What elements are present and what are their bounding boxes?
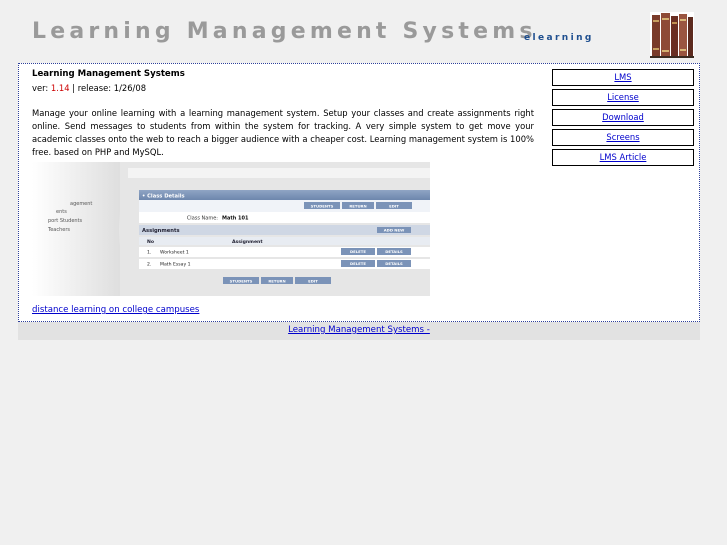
shot-class-value: Math 101	[222, 216, 249, 222]
shot-row-action: DETAILS	[385, 249, 403, 254]
shot-sidebar-item: ents	[56, 209, 67, 215]
shot-top-button: EDIT	[389, 203, 399, 208]
nav-item-download[interactable]: Download	[552, 109, 694, 126]
shot-panel-title: • Class Details	[142, 194, 185, 200]
shot-assignments-title: Assignments	[142, 228, 180, 234]
nav-item-screens[interactable]: Screens	[552, 129, 694, 146]
shot-top-button: STUDENTS	[311, 203, 334, 208]
shot-bottom-button: STUDENTS	[230, 278, 253, 283]
shot-row-name: Math Essay 1	[160, 262, 191, 268]
shot-row-action: DETAILS	[385, 261, 403, 266]
shot-row-no: 2.	[147, 262, 151, 268]
nav-item-license[interactable]: License	[552, 89, 694, 106]
shot-row-action: DELETE	[350, 261, 366, 266]
side-nav: LMS License Download Screens LMS Article	[552, 69, 694, 169]
shot-class-label: Class Name:	[187, 216, 218, 222]
footer-bar: Learning Management Systems -	[18, 322, 700, 340]
page-header: Learning Management Systems elearning	[0, 0, 727, 62]
shot-sidebar-item: agement	[70, 201, 92, 207]
shot-col-header: Assignment	[232, 239, 263, 245]
shot-row-name: Worksheet 1	[160, 250, 189, 256]
shot-add-new-button: ADD NEW	[384, 228, 405, 233]
product-name: Learning Management Systems	[32, 69, 185, 79]
site-title: Learning Management Systems	[32, 19, 537, 44]
nav-item-lms[interactable]: LMS	[552, 69, 694, 86]
shot-bottom-button: RETURN	[268, 278, 285, 283]
content-box: Learning Management Systems ver: 1.14 | …	[18, 63, 700, 322]
version-line: ver: 1.14 | release: 1/26/08	[32, 82, 534, 94]
product-screenshot: agement ents port Students Teachers • Cl…	[32, 162, 430, 296]
books-icon	[650, 12, 694, 58]
shot-sidebar-item: port Students	[48, 218, 83, 224]
version-prefix: ver:	[32, 83, 49, 93]
distance-learning-link[interactable]: distance learning on college campuses	[32, 305, 199, 315]
shot-top-button: RETURN	[349, 203, 366, 208]
shot-bottom-button: EDIT	[308, 278, 318, 283]
release-text: | release: 1/26/08	[72, 83, 147, 93]
shot-row-no: 1.	[147, 250, 151, 256]
shot-col-header: No	[147, 239, 154, 245]
shot-sidebar-item: Teachers	[47, 227, 70, 233]
version-number: 1.14	[50, 83, 70, 93]
footer-link[interactable]: Learning Management Systems -	[18, 325, 700, 335]
site-tagline: elearning	[524, 33, 594, 43]
shot-row-action: DELETE	[350, 249, 366, 254]
nav-item-lms-article[interactable]: LMS Article	[552, 149, 694, 166]
product-description: Manage your online learning with a learn…	[32, 108, 534, 157]
product-info: Learning Management Systems ver: 1.14 | …	[32, 68, 534, 159]
